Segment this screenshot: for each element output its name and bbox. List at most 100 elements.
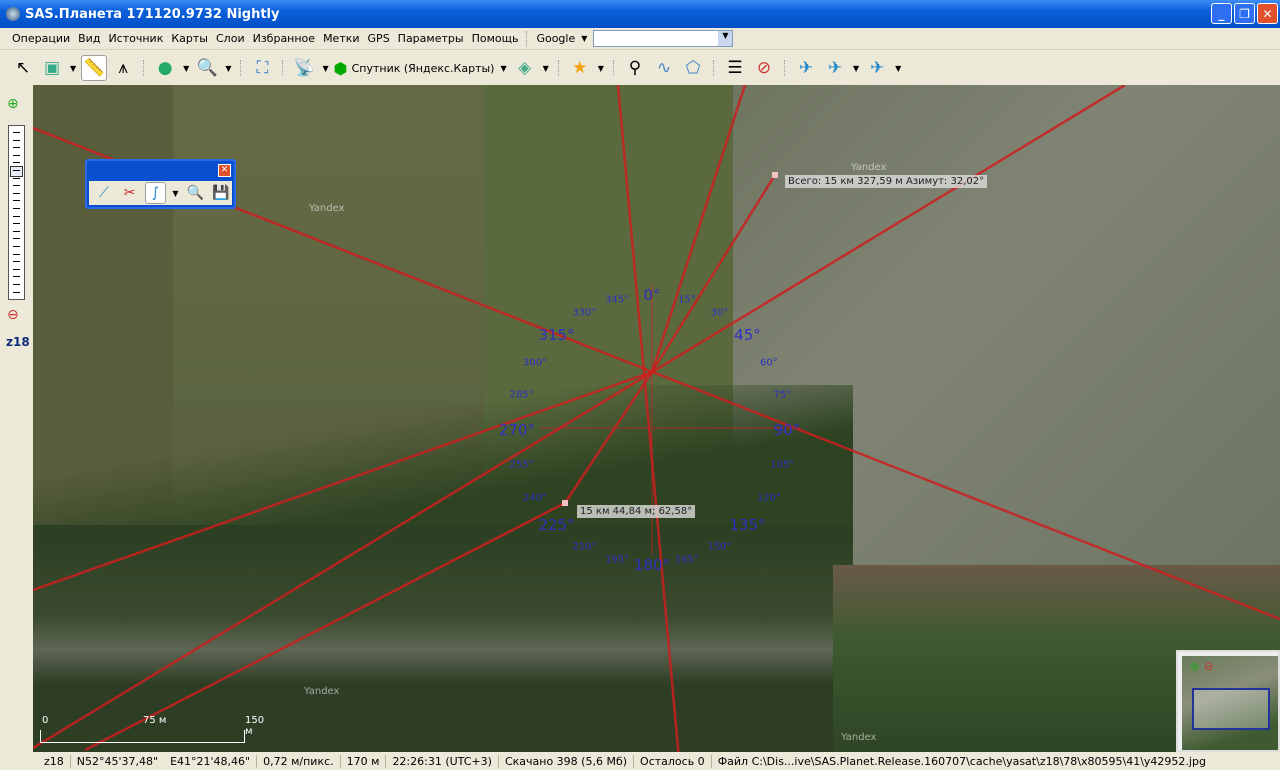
menu-source[interactable]: Источник — [104, 32, 167, 45]
compass-tool-icon[interactable]: ⩚ — [110, 55, 136, 81]
angle-label: 345° — [605, 294, 630, 306]
maximize-button[interactable]: ❐ — [1234, 3, 1255, 24]
status-bar: z18 N52°45'37,48" E41°21'48,46" 0,72 м/п… — [0, 752, 1280, 770]
chevron-down-icon[interactable]: ▼ — [225, 64, 231, 73]
map-type-label: Спутник (Яндекс.Карты) — [351, 61, 495, 75]
angle-label: 285° — [509, 389, 534, 401]
minimap-zoom-out-icon[interactable]: ⊖ — [1204, 660, 1213, 673]
marks-list-icon[interactable]: ☰ — [722, 55, 748, 81]
zoom-in-icon[interactable]: ⊕ — [7, 96, 19, 112]
chevron-down-icon[interactable]: ▼ — [172, 189, 178, 198]
satellite-dish-icon[interactable]: 📡 — [291, 55, 317, 81]
line-info-icon[interactable]: ∫ — [144, 182, 167, 204]
status-latitude: N52°45'37,48" — [76, 754, 159, 768]
menu-layers[interactable]: Слои — [212, 32, 249, 45]
gps-connect-icon[interactable]: ✈ — [793, 55, 819, 81]
gps-track-icon[interactable]: ✈ — [822, 55, 848, 81]
separator — [282, 60, 284, 76]
separator — [783, 60, 786, 76]
menu-favorites[interactable]: Избранное — [249, 32, 319, 45]
angle-label: 195° — [605, 554, 630, 566]
status-longitude: E41°21'48,46" — [164, 754, 258, 768]
map-source-icon: ⬢ — [333, 58, 348, 78]
menu-gps[interactable]: GPS — [364, 32, 394, 45]
angle-label: 255° — [509, 459, 534, 471]
menu-bar: Операции Вид Источник Карты Слои Избранн… — [0, 28, 1280, 50]
save-icon[interactable]: 💾 — [210, 182, 232, 204]
menu-maps[interactable]: Карты — [167, 32, 212, 45]
chevron-down-icon[interactable]: ▼ — [718, 31, 733, 46]
app-icon — [6, 7, 20, 21]
scissors-icon[interactable]: ✂ — [119, 182, 141, 204]
yandex-watermark: Yandex — [304, 686, 340, 697]
zoom-to-line-icon[interactable]: 🔍 — [184, 182, 206, 204]
angle-label: 270° — [498, 421, 536, 439]
close-icon[interactable]: ✕ — [218, 164, 231, 177]
angle-label: 60° — [760, 357, 778, 368]
angle-label: 300° — [523, 357, 548, 368]
chevron-down-icon: ▼ — [500, 63, 507, 73]
scale-label-0: 0 — [42, 715, 49, 726]
angle-label: 135° — [729, 516, 766, 535]
menu-view[interactable]: Вид — [74, 32, 104, 45]
search-engine-select[interactable]: Google — [532, 32, 579, 45]
angle-label: 75° — [773, 389, 792, 401]
angle-label: 330° — [572, 307, 597, 319]
pointer-tool-icon[interactable]: ↖ — [10, 55, 36, 81]
minimap[interactable]: ⊕ ⊖ — [1176, 650, 1280, 752]
chevron-down-icon[interactable]: ▼ — [853, 64, 859, 73]
add-path-icon[interactable]: ∿ — [651, 55, 677, 81]
minimize-button[interactable]: _ — [1211, 3, 1232, 24]
chevron-down-icon[interactable]: ▼ — [183, 64, 189, 73]
ruler-tool-icon[interactable]: 📏 — [81, 55, 108, 81]
measurement-line — [563, 371, 654, 504]
delete-last-point-icon[interactable]: ⟋ — [93, 182, 115, 204]
chevron-down-icon[interactable]: ▼ — [895, 64, 901, 73]
scale-label-150: 150 м — [245, 715, 265, 737]
separator — [240, 60, 242, 76]
angle-label: 120° — [756, 492, 781, 503]
favorites-star-icon[interactable]: ★ — [567, 55, 593, 81]
menu-marks[interactable]: Метки — [319, 32, 363, 45]
zoom-out-icon[interactable]: ⊖ — [7, 307, 19, 323]
minimap-viewport[interactable] — [1192, 688, 1270, 730]
chevron-down-icon[interactable]: ▼ — [70, 64, 76, 73]
hide-marks-icon[interactable]: ⊘ — [751, 55, 777, 81]
measurement-line — [84, 501, 566, 752]
yandex-watermark: Yandex — [851, 162, 887, 173]
angle-label: 315° — [538, 325, 575, 344]
zoom-slider-thumb[interactable] — [10, 166, 23, 177]
add-polygon-icon[interactable]: ⬠ — [680, 55, 706, 81]
status-file: Файл C:\Dis...ive\SAS.Planet.Release.160… — [717, 754, 1206, 768]
chevron-down-icon[interactable]: ▼ — [543, 64, 549, 73]
search-input[interactable]: ▼ — [593, 30, 734, 47]
zoom-icon[interactable]: 🔍 — [194, 55, 220, 81]
menu-settings[interactable]: Параметры — [394, 32, 468, 45]
zoom-slider[interactable] — [8, 125, 25, 300]
add-placemark-icon[interactable]: ⚲ — [622, 55, 648, 81]
chevron-down-icon[interactable]: ▼ — [598, 64, 604, 73]
map-type-select[interactable]: ⬢ Спутник (Яндекс.Карты) ▼ — [334, 59, 509, 78]
close-button[interactable]: ✕ — [1257, 3, 1278, 24]
yandex-watermark: Yandex — [309, 203, 345, 214]
globe-icon[interactable]: ● — [152, 55, 178, 81]
status-resolution: 0,72 м/пикс. — [257, 754, 341, 768]
layers-icon[interactable]: ◈ — [512, 55, 538, 81]
chevron-down-icon[interactable]: ▼ — [322, 64, 328, 73]
measurement-point — [772, 172, 778, 178]
gps-center-icon[interactable]: ✈ — [864, 55, 890, 81]
select-area-icon[interactable]: ▣ — [39, 55, 65, 81]
total-distance-tooltip: Всего: 15 км 327,59 м Азимут: 32,02° — [785, 175, 988, 188]
menu-help[interactable]: Помощь — [468, 32, 523, 45]
scale-label-75: 75 м — [143, 715, 167, 726]
fullscreen-icon[interactable]: ⛶ — [249, 55, 275, 81]
angle-label: 180° — [633, 556, 671, 574]
minimap-zoom-in-icon[interactable]: ⊕ — [1190, 660, 1199, 673]
window-title: SAS.Планета 171120.9732 Nightly — [25, 6, 280, 22]
status-distance: 170 м — [341, 754, 387, 768]
menu-operations[interactable]: Операции — [8, 32, 74, 45]
angle-label: 45° — [734, 325, 761, 344]
measurement-line — [33, 370, 653, 592]
chevron-down-icon[interactable]: ▼ — [581, 34, 587, 43]
angle-label: 165° — [674, 554, 699, 566]
